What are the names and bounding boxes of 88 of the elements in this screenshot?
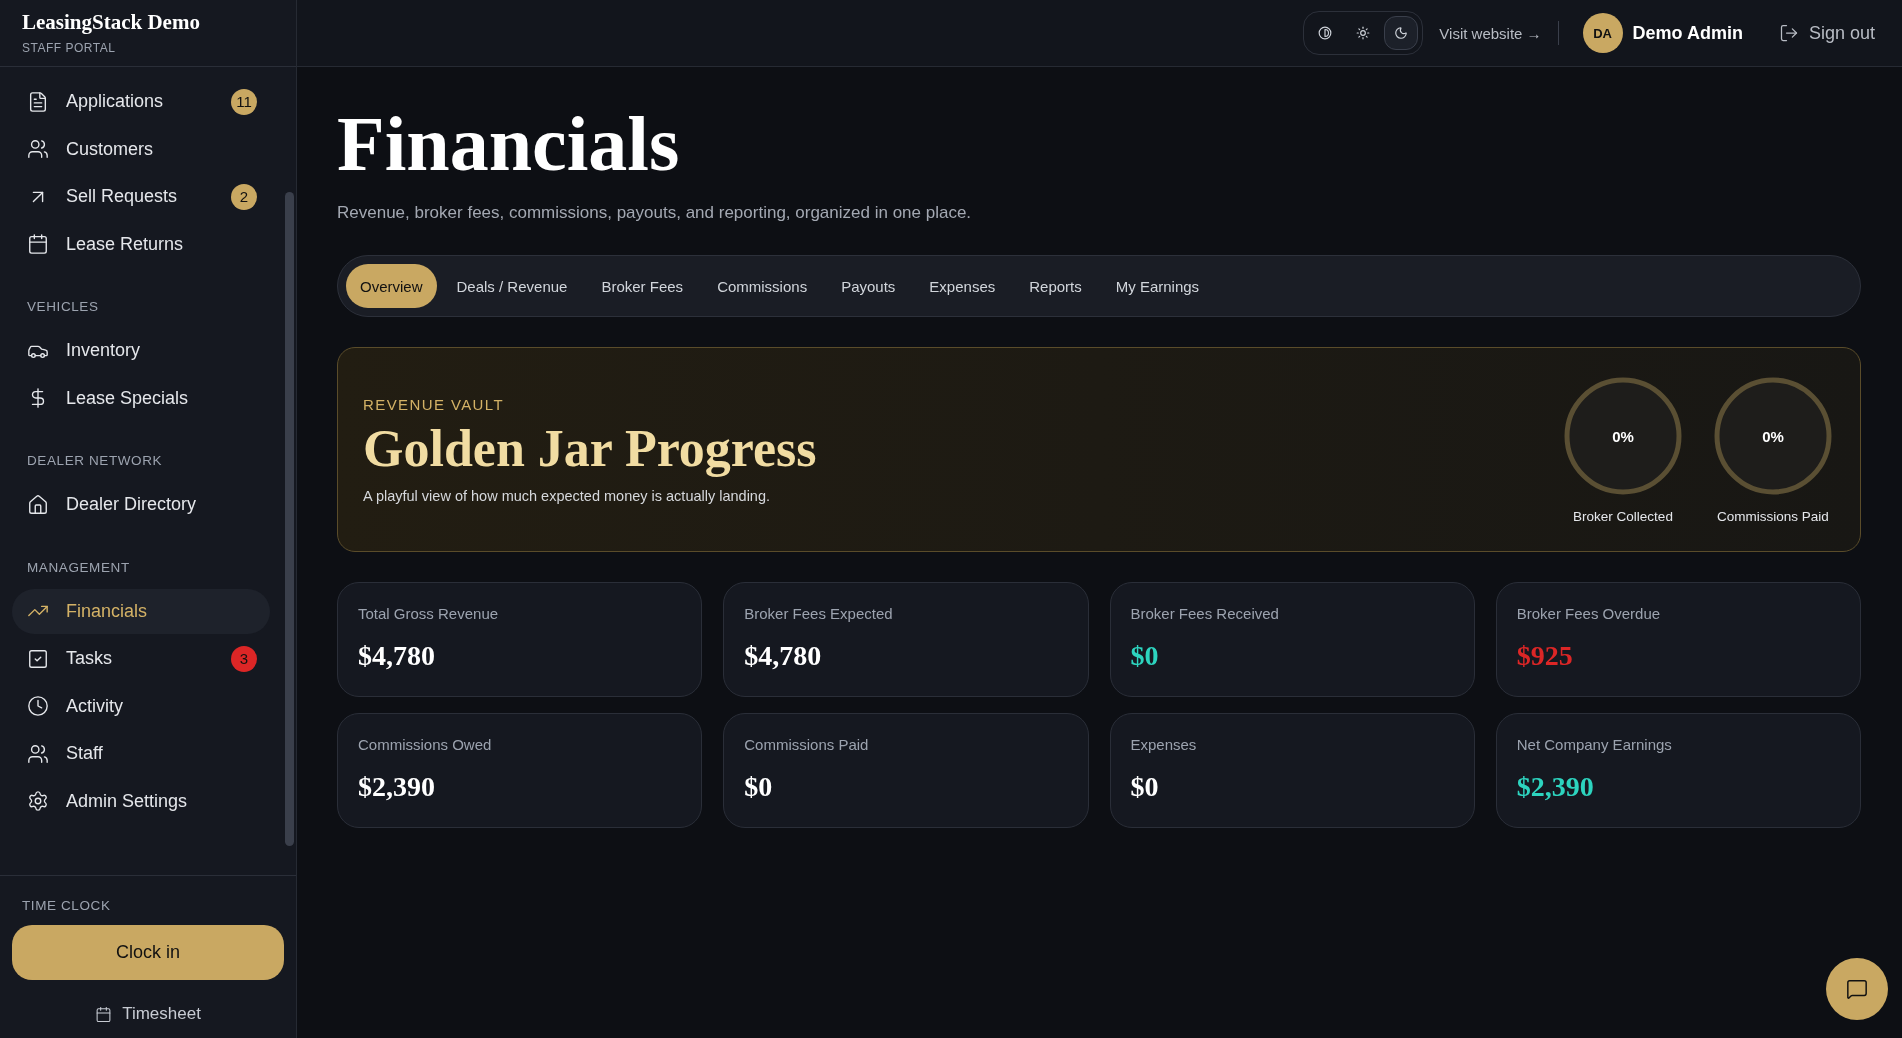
gauge-label: Commissions Paid	[1717, 509, 1829, 524]
count-badge: 2	[231, 183, 257, 210]
hero-title: Golden Jar Progress	[363, 418, 818, 478]
tab[interactable]: Overview	[346, 264, 437, 308]
clock-icon	[27, 695, 49, 717]
chat-icon	[1846, 978, 1868, 1000]
tab[interactable]: Deals / Revenue	[442, 264, 582, 308]
calendar-icon	[95, 1005, 113, 1023]
gauge-value: 0%	[1762, 427, 1784, 445]
nav-item[interactable]: Dealer Directory	[12, 482, 270, 527]
stat-value: $925	[1516, 640, 1574, 672]
nav-label: Staff	[66, 743, 104, 764]
brand-name: LeasingStack Demo	[22, 10, 201, 35]
nav-label: Inventory	[66, 340, 142, 361]
moon-icon	[1394, 26, 1409, 40]
nav-label: Admin Settings	[66, 790, 189, 812]
stat-value: $4,780	[358, 640, 436, 672]
nav-item[interactable]: Staff	[12, 731, 270, 776]
section-heading: VEHICLES	[26, 298, 100, 316]
house-icon	[27, 493, 49, 516]
stat-value: $2,390	[358, 771, 436, 803]
count-badge: 11	[231, 88, 257, 115]
stat-label: Commissions Owed	[358, 736, 493, 753]
hero-description: A playful view of how much expected money is actually landing.	[363, 487, 772, 504]
stat-value: $0	[1130, 771, 1160, 803]
nav-label: Lease Returns	[66, 233, 185, 255]
stat-label: Net Company Earnings	[1516, 736, 1673, 753]
nav-label: Lease Specials	[66, 387, 190, 409]
people-icon	[27, 138, 49, 160]
count-badge: 3	[231, 645, 257, 672]
hero-eyebrow: REVENUE VAULT	[363, 395, 505, 413]
stat-label: Total Gross Revenue	[358, 605, 500, 622]
nav-label: Activity	[66, 695, 124, 717]
user-name: Demo Admin	[1632, 22, 1743, 44]
nav-item[interactable]: Tasks 3	[12, 636, 270, 681]
stat-value: $0	[744, 771, 774, 803]
nav-item[interactable]: Applications 11	[12, 79, 270, 124]
stat-label: Commissions Paid	[744, 736, 870, 753]
section-heading: MANAGEMENT	[26, 558, 131, 577]
logout-icon	[1778, 23, 1799, 43]
nav-item[interactable]: Lease Specials	[12, 375, 270, 421]
scrollbar[interactable]	[285, 192, 294, 846]
section-heading: DEALER NETWORK	[26, 452, 164, 470]
stat-value: $4,780	[744, 640, 823, 672]
stat-value: $0	[1130, 640, 1160, 672]
tab[interactable]: Payouts	[827, 264, 910, 308]
visit-website-link[interactable]: Visit website →	[1439, 24, 1542, 42]
page-subtitle: Revenue, broker fees, commissions, payouts, and reporting, organized in one place.	[337, 203, 973, 223]
theme-button[interactable]	[1384, 16, 1419, 50]
sun-icon	[1356, 26, 1371, 40]
nav-item[interactable]: Sell Requests 2	[12, 174, 270, 219]
sign-out-button[interactable]: Sign out	[1778, 22, 1875, 44]
nav-item[interactable]: Customers	[12, 126, 270, 172]
tab[interactable]: Expenses	[915, 264, 1010, 308]
nav-label: Dealer Directory	[66, 494, 198, 515]
page-title: Financials	[337, 99, 681, 189]
user-avatar[interactable]: DA	[1582, 13, 1623, 53]
people-icon	[27, 742, 49, 765]
checkbox-icon	[27, 647, 49, 670]
nav-label: Financials	[66, 600, 149, 622]
nav-item[interactable]: Admin Settings	[12, 778, 270, 824]
stat-label: Broker Fees Received	[1130, 605, 1280, 622]
section-heading: TIME CLOCK	[21, 898, 112, 915]
stat-label: Broker Fees Expected	[744, 605, 894, 622]
nav-item[interactable]: Lease Returns	[12, 221, 270, 267]
stat-value: $2,390	[1516, 771, 1595, 803]
gauge-label: Broker Collected	[1573, 509, 1673, 524]
nav-label: Applications	[66, 91, 165, 112]
stat-label: Expenses	[1130, 736, 1198, 753]
settings-icon	[27, 790, 49, 812]
brand-subtitle: STAFF PORTAL	[22, 41, 117, 55]
document-icon	[27, 90, 49, 113]
nav-label: Customers	[66, 138, 155, 160]
nav-label: Tasks	[66, 648, 113, 669]
tab[interactable]: Broker Fees	[587, 264, 698, 308]
stat-label: Broker Fees Overdue	[1516, 605, 1662, 622]
gauge-value: 0%	[1612, 427, 1634, 445]
nav-item[interactable]: Inventory	[12, 328, 270, 373]
calendar-icon	[27, 233, 49, 255]
nav-item[interactable]: Financials	[12, 588, 270, 634]
contrast-icon	[1318, 26, 1333, 40]
tab[interactable]: Reports	[1015, 264, 1096, 308]
nav-label: Sell Requests	[66, 186, 179, 207]
timesheet-link[interactable]: Timesheet	[95, 1004, 201, 1024]
tab[interactable]: Commissions	[703, 264, 822, 308]
clock-in-button[interactable]: Clock in	[12, 925, 284, 980]
tab[interactable]: My Earnings	[1101, 264, 1214, 308]
nav-item[interactable]: Activity	[12, 683, 270, 729]
